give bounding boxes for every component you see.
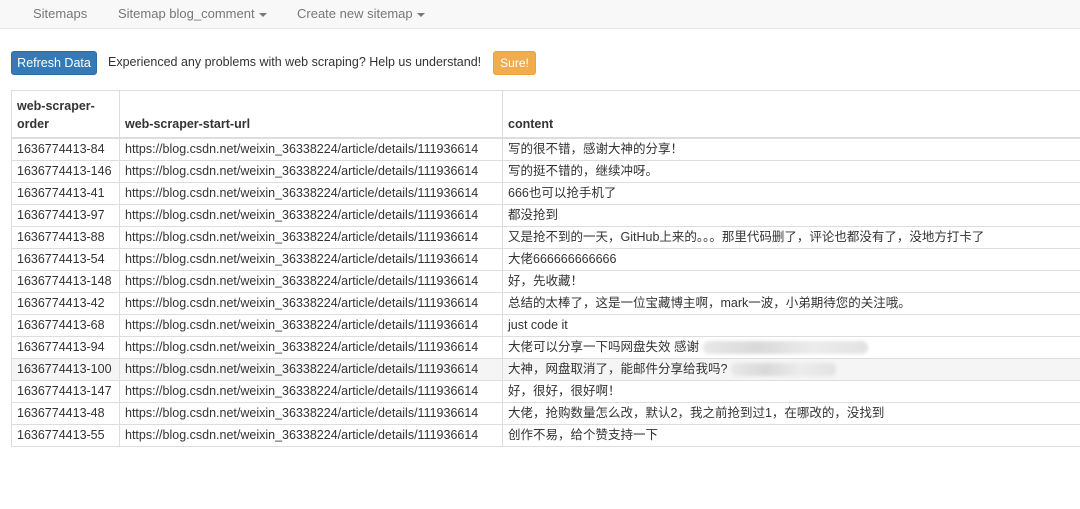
nav-create-sitemap-dropdown[interactable]: Create new sitemap	[297, 6, 425, 21]
nav-sitemaps-label: Sitemaps	[33, 6, 88, 21]
cell-start-url: https://blog.csdn.net/weixin_36338224/ar…	[119, 270, 503, 293]
table-header-row: web-scraper-order web-scraper-start-url …	[11, 90, 1080, 139]
cell-start-url: https://blog.csdn.net/weixin_36338224/ar…	[119, 248, 503, 271]
table-row: 1636774413-94 https://blog.csdn.net/weixi…	[11, 336, 1080, 359]
cell-content-text: 大佬666666666666	[508, 252, 617, 266]
table-body: 1636774413-84 https://blog.csdn.net/weixi…	[11, 137, 1080, 447]
cell-content: 好，很好，很好啊！	[502, 380, 1080, 403]
cell-start-url: https://blog.csdn.net/weixin_36338224/ar…	[119, 380, 503, 403]
table-row: 1636774413-100 https://blog.csdn.net/weix…	[11, 358, 1080, 381]
table-row: 1636774413-68 https://blog.csdn.net/weixi…	[11, 314, 1080, 337]
cell-content: 大佬，抢购数量怎么改，默认2，我之前抢到过1，在哪改的，没找到	[502, 402, 1080, 425]
table-row: 1636774413-48 https://blog.csdn.net/weixi…	[11, 402, 1080, 425]
cell-start-url: https://blog.csdn.net/weixin_36338224/ar…	[119, 402, 503, 425]
caret-down-icon	[258, 12, 267, 17]
cell-content-text: 写的挺不错的，继续冲呀。	[508, 164, 659, 178]
cell-content-text: 创作不易，给个赞支持一下	[508, 428, 659, 442]
cell-order: 1636774413-55	[11, 424, 120, 447]
cell-content: 大佬可以分享一下吗网盘失效 感谢	[502, 336, 1080, 359]
cell-content: 都没抢到	[502, 204, 1080, 227]
scraped-data-table: web-scraper-order web-scraper-start-url …	[11, 90, 1080, 447]
cell-content-text: 好，很好，很好啊！	[508, 384, 621, 398]
cell-content: just code it	[502, 314, 1080, 337]
table-row: 1636774413-148 https://blog.csdn.net/weix…	[11, 270, 1080, 293]
table-row: 1636774413-97 https://blog.csdn.net/weixi…	[11, 204, 1080, 227]
cell-order: 1636774413-48	[11, 402, 120, 425]
cell-order: 1636774413-42	[11, 292, 120, 315]
cell-start-url: https://blog.csdn.net/weixin_36338224/ar…	[119, 358, 503, 381]
table-row: 1636774413-54 https://blog.csdn.net/weixi…	[11, 248, 1080, 271]
table-row: 1636774413-146 https://blog.csdn.net/weix…	[11, 160, 1080, 183]
cell-content: 大神，网盘取消了，能邮件分享给我吗?	[502, 358, 1080, 381]
column-header-order: web-scraper-order	[11, 90, 120, 139]
cell-content: 好，先收藏！	[502, 270, 1080, 293]
column-header-start-url: web-scraper-start-url	[119, 90, 503, 139]
cell-order: 1636774413-97	[11, 204, 120, 227]
cell-start-url: https://blog.csdn.net/weixin_36338224/ar…	[119, 182, 503, 205]
cell-start-url: https://blog.csdn.net/weixin_36338224/ar…	[119, 160, 503, 183]
table-row: 1636774413-88 https://blog.csdn.net/weixi…	[11, 226, 1080, 249]
cell-content: 写的挺不错的，继续冲呀。	[502, 160, 1080, 183]
sure-button[interactable]: Sure!	[493, 51, 536, 75]
cell-order: 1636774413-147	[11, 380, 120, 403]
feedback-message: Experienced any problems with web scrapi…	[108, 55, 482, 69]
cell-content-text: 总结的太棒了，这是一位宝藏博主啊，mark一波，小弟期待您的关注哦。	[508, 296, 911, 310]
cell-start-url: https://blog.csdn.net/weixin_36338224/ar…	[119, 336, 503, 359]
cell-start-url: https://blog.csdn.net/weixin_36338224/ar…	[119, 226, 503, 249]
table-row: 1636774413-84 https://blog.csdn.net/weixi…	[11, 137, 1080, 161]
toolbar: Refresh Data Experienced any problems wi…	[11, 51, 1071, 75]
top-navbar: Sitemaps Sitemap blog_comment Create new…	[0, 0, 1080, 29]
table-row: 1636774413-41 https://blog.csdn.net/weixi…	[11, 182, 1080, 205]
cell-order: 1636774413-148	[11, 270, 120, 293]
cell-content: 写的很不错，感谢大神的分享！	[502, 137, 1080, 161]
cell-content-text: just code it	[508, 318, 568, 332]
cell-start-url: https://blog.csdn.net/weixin_36338224/ar…	[119, 424, 503, 447]
cell-content-text: 又是抢不到的一天，GitHub上来的。。。那里代码删了，评论也都没有了，没地方打…	[508, 230, 985, 244]
nav-sitemaps[interactable]: Sitemaps	[33, 6, 87, 21]
nav-sitemap-dropdown-label: Sitemap blog_comment	[118, 6, 255, 21]
cell-order: 1636774413-41	[11, 182, 120, 205]
cell-order: 1636774413-88	[11, 226, 120, 249]
cell-start-url: https://blog.csdn.net/weixin_36338224/ar…	[119, 292, 503, 315]
cell-content: 又是抢不到的一天，GitHub上来的。。。那里代码删了，评论也都没有了，没地方打…	[502, 226, 1080, 249]
nav-sitemap-dropdown[interactable]: Sitemap blog_comment	[118, 6, 267, 21]
cell-start-url: https://blog.csdn.net/weixin_36338224/ar…	[119, 137, 503, 161]
refresh-data-button[interactable]: Refresh Data	[11, 51, 97, 75]
cell-content-text: 666也可以抢手机了	[508, 186, 617, 200]
cell-order: 1636774413-68	[11, 314, 120, 337]
cell-order: 1636774413-146	[11, 160, 120, 183]
redacted-email-blur	[731, 363, 837, 377]
cell-content-text: 好，先收藏！	[508, 274, 584, 288]
caret-down-icon	[416, 12, 425, 17]
cell-content-text: 大佬，抢购数量怎么改，默认2，我之前抢到过1，在哪改的，没找到	[508, 406, 885, 420]
column-header-content: content	[502, 90, 1080, 139]
cell-content-text: 大佬可以分享一下吗网盘失效 感谢	[508, 340, 699, 354]
table-row: 1636774413-147 https://blog.csdn.net/weix…	[11, 380, 1080, 403]
cell-order: 1636774413-100	[11, 358, 120, 381]
cell-start-url: https://blog.csdn.net/weixin_36338224/ar…	[119, 204, 503, 227]
cell-order: 1636774413-84	[11, 137, 120, 161]
cell-content: 666也可以抢手机了	[502, 182, 1080, 205]
cell-content: 创作不易，给个赞支持一下	[502, 424, 1080, 447]
cell-content: 总结的太棒了，这是一位宝藏博主啊，mark一波，小弟期待您的关注哦。	[502, 292, 1080, 315]
cell-order: 1636774413-54	[11, 248, 120, 271]
table-row: 1636774413-55 https://blog.csdn.net/weixi…	[11, 424, 1080, 447]
nav-create-sitemap-label: Create new sitemap	[297, 6, 413, 21]
cell-content-text: 写的很不错，感谢大神的分享！	[508, 142, 684, 156]
cell-start-url: https://blog.csdn.net/weixin_36338224/ar…	[119, 314, 503, 337]
cell-order: 1636774413-94	[11, 336, 120, 359]
cell-content-text: 大神，网盘取消了，能邮件分享给我吗?	[508, 362, 728, 376]
cell-content: 大佬666666666666	[502, 248, 1080, 271]
table-row: 1636774413-42 https://blog.csdn.net/weixi…	[11, 292, 1080, 315]
redacted-email-blur	[702, 341, 868, 355]
cell-content-text: 都没抢到	[508, 208, 559, 222]
